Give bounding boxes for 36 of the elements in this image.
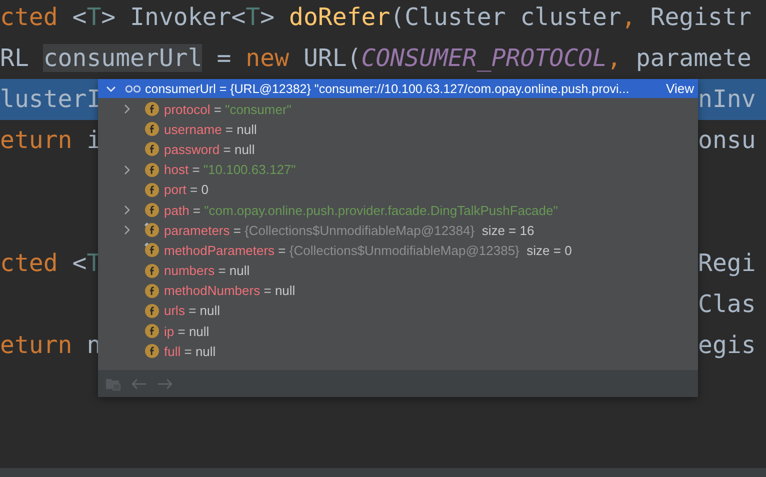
field-row[interactable]: host = "10.100.63.127" xyxy=(98,160,698,180)
code-text: nInv xyxy=(698,84,756,115)
field-row[interactable]: path = "com.opay.online.push.provider.facade.DingTalkPushFacade" xyxy=(98,200,698,220)
field-row[interactable]: full = null xyxy=(98,341,698,362)
code-text: Clas xyxy=(698,289,756,320)
watch-header-row[interactable]: consumerUrl = {URL@12382} "consumer://10.100.63.127/com.opay.online.push.provi... View xyxy=(98,79,698,98)
field-value-text: path = "com.opay.online.push.provider.facade.DingTalkPushFacade" xyxy=(164,202,558,218)
field-value-text: protocol = "consumer" xyxy=(164,102,292,117)
field-value-text: methodNumbers = null xyxy=(164,283,296,298)
field-row[interactable]: methodNumbers = null xyxy=(98,280,698,301)
field-value-text: port = 0 xyxy=(164,182,208,198)
field-row[interactable]: ip = null xyxy=(98,321,698,342)
code-text: cted <T> Invoker<T> doRefer(Cluster cluster, Registr xyxy=(0,2,752,33)
field-value-text: host = "10.100.63.127" xyxy=(164,162,296,178)
glasses-icon xyxy=(125,84,141,92)
field-value-text: methodParameters = {Collections$UnmodifiableMap@12385} size = 0 xyxy=(164,242,572,258)
back-arrow-icon xyxy=(131,378,147,390)
code-text: onsu xyxy=(698,125,756,156)
field-row[interactable]: methodParameters = {Collections$UnmodifiableMap@12385} size = 0 xyxy=(98,240,698,260)
code-text: RL consumerUrl = new URL(CONSUMER_PROTOCOL, paramete xyxy=(0,43,752,74)
field-value-text: full = null xyxy=(164,344,216,359)
field-value-text: parameters = {Collections$UnmodifiableMap@12384} size = 16 xyxy=(164,222,534,238)
field-row[interactable]: parameters = {Collections$UnmodifiableMap@12384} size = 16 xyxy=(98,220,698,240)
view-link[interactable]: View xyxy=(666,81,694,96)
code-text: egis xyxy=(698,330,756,361)
field-value-text: urls = null xyxy=(164,303,220,318)
code-text: Regi xyxy=(698,248,756,279)
field-row[interactable]: port = 0 xyxy=(98,180,698,200)
field-row[interactable]: urls = null xyxy=(98,300,698,322)
field-value-text: username = null xyxy=(164,122,257,137)
field-value-text: password = null xyxy=(164,142,255,157)
watch-value-text: consumerUrl = {URL@12382} "consumer://10.100.63.127/com.opay.online.push.provi... xyxy=(145,82,630,96)
field-row[interactable]: numbers = null xyxy=(98,260,698,281)
field-value-text: ip = null xyxy=(164,324,210,339)
forward-arrow-icon xyxy=(157,378,173,390)
field-value-text: numbers = null xyxy=(164,263,250,278)
